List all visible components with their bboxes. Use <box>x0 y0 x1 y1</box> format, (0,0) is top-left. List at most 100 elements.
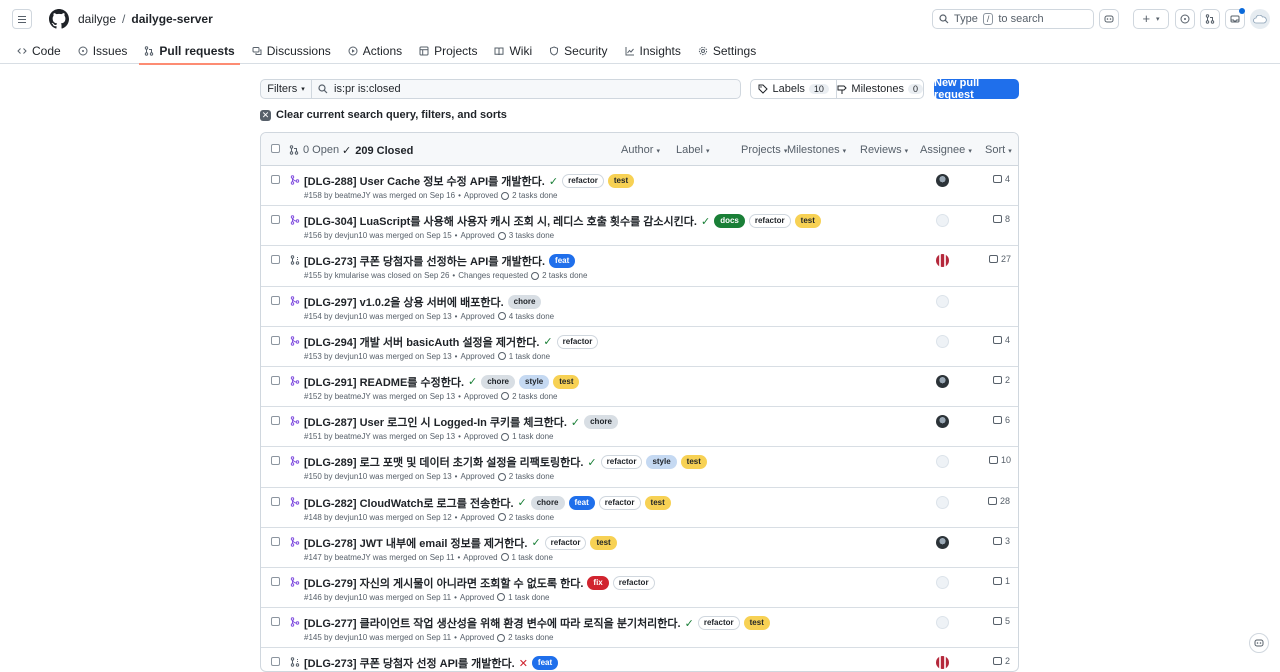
row-checkbox[interactable] <box>271 295 280 305</box>
pr-title-link[interactable]: [DLG-282] CloudWatch로 로그를 전송한다. <box>304 495 514 511</box>
label-docs[interactable]: docs <box>714 214 745 229</box>
check-status-icon[interactable]: ✓ <box>518 496 527 509</box>
author-avatar[interactable] <box>936 254 949 268</box>
author-avatar[interactable] <box>936 616 949 630</box>
pr-title-link[interactable]: [DLG-289] 로그 포맷 및 데이터 초기화 설정을 리팩토링한다. <box>304 454 583 470</box>
new-pull-request-button[interactable]: New pull request <box>934 77 1019 101</box>
row-checkbox[interactable] <box>271 657 280 667</box>
comments-link[interactable]: 27 <box>989 254 1011 264</box>
label-feat[interactable]: feat <box>568 495 595 510</box>
label-refactor[interactable]: refactor <box>600 455 643 470</box>
copilot-chat-button[interactable] <box>1249 633 1269 653</box>
label-style[interactable]: style <box>646 455 677 470</box>
label-test[interactable]: test <box>644 495 671 510</box>
tab-security[interactable]: Security <box>544 38 612 64</box>
label-refactor[interactable]: refactor <box>748 214 791 229</box>
menu-icon[interactable] <box>12 9 32 29</box>
check-status-icon[interactable]: ✓ <box>531 536 540 549</box>
pr-title-link[interactable]: [DLG-273] 쿠폰 당첨자를 선정하는 API를 개발한다. <box>304 253 545 269</box>
author-avatar[interactable] <box>936 214 949 228</box>
check-status-icon[interactable]: ✓ <box>587 456 596 469</box>
pull-requests-button[interactable] <box>1200 9 1220 29</box>
label-refactor[interactable]: refactor <box>562 174 604 188</box>
filter-reviews[interactable]: Reviews ▾ <box>860 144 908 156</box>
row-checkbox[interactable] <box>271 255 280 265</box>
pr-title-link[interactable]: [DLG-304] LuaScript를 사용해 사용자 캐시 조회 시, 레디… <box>304 213 697 229</box>
author-avatar[interactable] <box>936 334 949 348</box>
tab-discussions[interactable]: Discussions <box>247 38 336 64</box>
label-chore[interactable]: chore <box>530 495 565 510</box>
tab-projects[interactable]: Projects <box>414 38 482 64</box>
issue-search-input[interactable]: is:pr is:closed <box>312 79 741 99</box>
review-status[interactable]: Approved <box>463 553 497 562</box>
author-avatar[interactable] <box>936 535 949 549</box>
filters-dropdown[interactable]: Filters ▾ <box>260 79 312 99</box>
comments-link[interactable]: 4 <box>993 174 1010 184</box>
check-status-icon[interactable]: ✓ <box>549 175 558 188</box>
tab-issues[interactable]: Issues <box>73 38 133 64</box>
filter-author[interactable]: Author ▾ <box>621 144 660 156</box>
comments-link[interactable]: 8 <box>993 214 1010 224</box>
review-status[interactable]: Approved <box>460 513 494 522</box>
row-checkbox[interactable] <box>271 536 280 546</box>
row-checkbox[interactable] <box>271 617 280 627</box>
labels-button[interactable]: Labels 10 <box>751 80 838 98</box>
label-refactor[interactable]: refactor <box>612 575 655 590</box>
review-status[interactable]: Approved <box>460 231 494 240</box>
tab-insights[interactable]: Insights <box>620 38 686 64</box>
label-style[interactable]: style <box>519 374 550 389</box>
label-feat[interactable]: feat <box>531 656 559 671</box>
row-checkbox[interactable] <box>271 335 280 345</box>
label-refactor[interactable]: refactor <box>697 616 740 631</box>
row-checkbox[interactable] <box>271 496 280 506</box>
check-status-icon[interactable]: ✓ <box>685 617 694 630</box>
comments-link[interactable]: 6 <box>993 415 1010 425</box>
comments-link[interactable]: 2 <box>993 656 1010 666</box>
author-avatar[interactable] <box>936 174 949 187</box>
check-status-icon[interactable]: ✓ <box>468 375 477 388</box>
tab-code[interactable]: Code <box>12 38 66 64</box>
author-avatar[interactable] <box>936 374 949 388</box>
review-status[interactable]: Approved <box>460 593 494 602</box>
tab-settings[interactable]: Settings <box>693 38 761 64</box>
row-checkbox[interactable] <box>271 456 280 466</box>
label-chore[interactable]: chore <box>584 415 618 430</box>
review-status[interactable]: Approved <box>460 472 494 481</box>
user-avatar[interactable] <box>1250 9 1270 29</box>
author-avatar[interactable] <box>936 455 949 469</box>
comments-link[interactable]: 10 <box>989 455 1011 465</box>
comments-link[interactable]: 5 <box>993 616 1010 626</box>
label-chore[interactable]: chore <box>507 294 542 309</box>
owner-link[interactable]: dailyge <box>78 12 116 26</box>
label-test[interactable]: test <box>553 374 580 389</box>
open-filter[interactable]: 0 Open <box>289 144 339 156</box>
check-status-icon[interactable]: ✓ <box>701 215 710 228</box>
label-chore[interactable]: chore <box>481 374 516 389</box>
author-avatar[interactable] <box>936 495 949 509</box>
pr-title-link[interactable]: [DLG-287] User 로그인 시 Logged-In 쿠키를 체크한다. <box>304 414 567 430</box>
pr-title-link[interactable]: [DLG-273] 쿠폰 당첨자 선정 API를 개발한다. <box>304 655 515 671</box>
label-refactor[interactable]: refactor <box>544 535 587 550</box>
review-status[interactable]: Changes requested <box>458 271 528 280</box>
review-status[interactable]: Approved <box>464 392 498 401</box>
review-status[interactable]: Approved <box>460 312 494 321</box>
label-refactor[interactable]: refactor <box>598 495 641 510</box>
author-avatar[interactable] <box>936 415 949 429</box>
tab-actions[interactable]: Actions <box>343 38 407 64</box>
check-status-icon[interactable]: ✓ <box>571 416 580 429</box>
clear-filters-link[interactable]: ✕ Clear current search query, filters, a… <box>260 109 507 121</box>
author-avatar[interactable] <box>936 294 949 308</box>
create-new-button[interactable]: + ▾ <box>1133 9 1169 29</box>
review-status[interactable]: Approved <box>464 432 498 441</box>
label-fix[interactable]: fix <box>587 575 609 590</box>
select-all-checkbox[interactable] <box>271 144 280 153</box>
issues-button[interactable] <box>1175 9 1195 29</box>
label-test[interactable]: test <box>607 174 635 188</box>
failed-status-icon[interactable]: ✕ <box>519 657 528 670</box>
row-checkbox[interactable] <box>271 375 280 385</box>
copilot-button[interactable] <box>1099 9 1119 29</box>
closed-filter[interactable]: ✓ 209 Closed <box>342 144 413 158</box>
label-test[interactable]: test <box>743 616 770 631</box>
pr-title-link[interactable]: [DLG-297] v1.0.2을 상용 서버에 배포한다. <box>304 294 504 310</box>
filter-label[interactable]: Label ▾ <box>676 144 710 156</box>
